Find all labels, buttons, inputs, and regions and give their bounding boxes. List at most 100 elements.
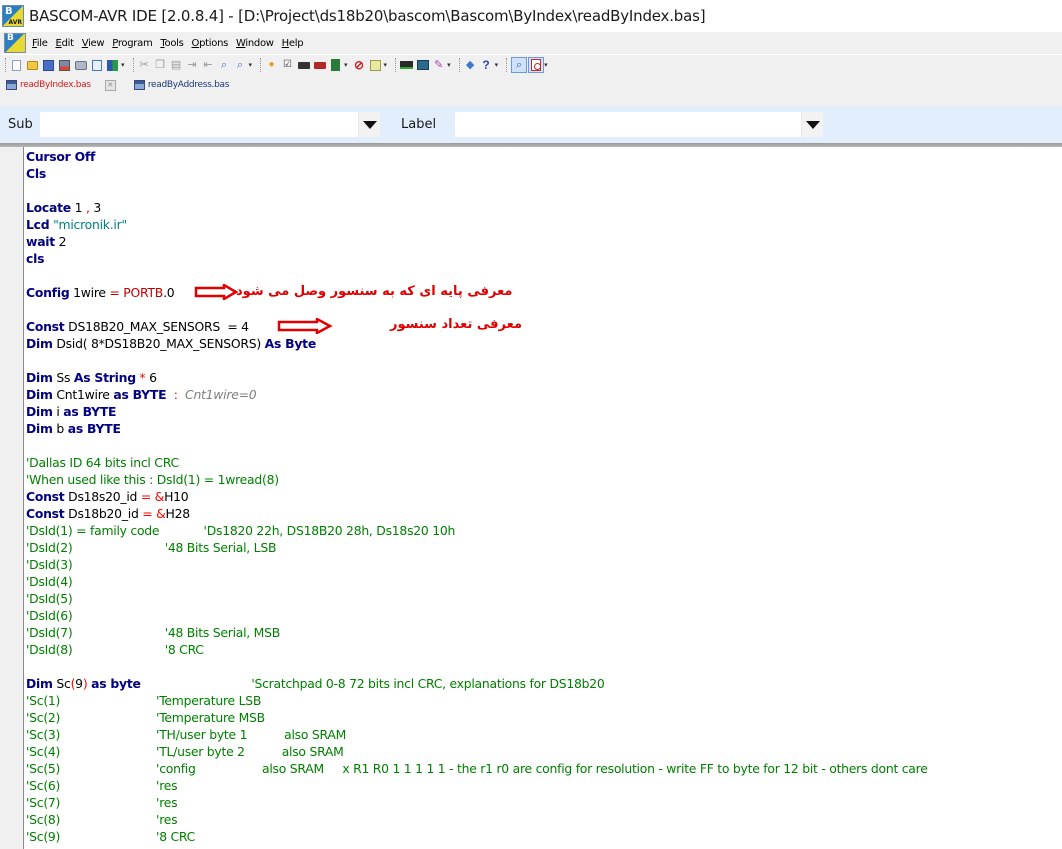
- menu-file[interactable]: File: [32, 38, 48, 49]
- sub-dropdown[interactable]: [40, 112, 380, 137]
- code-line[interactable]: Dim Cnt1wire as BYTE : Cnt1wire=0: [26, 386, 1062, 403]
- copy-icon[interactable]: ❐: [154, 59, 167, 72]
- code-line[interactable]: Dim Ss As String * 6: [26, 369, 1062, 386]
- stop-icon[interactable]: ⊘: [353, 59, 366, 72]
- code-line[interactable]: 'Sc(8) 'res: [26, 811, 1062, 828]
- save-icon[interactable]: [42, 59, 55, 72]
- code-line[interactable]: 'DsId(8) '8 CRC: [26, 641, 1062, 658]
- toolbar-overflow-dropdown[interactable]: ▾: [249, 61, 253, 69]
- code-line[interactable]: 'Sc(6) 'res: [26, 777, 1062, 794]
- code-line[interactable]: 'Sc(3) 'TH/user byte 1 also SRAM: [26, 726, 1062, 743]
- sub-dropdown-button[interactable]: [358, 112, 380, 137]
- print-icon[interactable]: [74, 59, 87, 72]
- code-line[interactable]: Cursor Off: [26, 148, 1062, 165]
- code-line[interactable]: Dim b as BYTE: [26, 420, 1062, 437]
- code-line[interactable]: 'Sc(2) 'Temperature MSB: [26, 709, 1062, 726]
- program-dropdown[interactable]: ▾: [344, 61, 348, 69]
- open-file-icon[interactable]: [26, 59, 39, 72]
- tab-readbyaddress[interactable]: readByAddress.bas: [133, 76, 233, 94]
- code-line[interactable]: 'DsId(4): [26, 573, 1062, 590]
- code-text[interactable]: Cursor Off Cls Locate 1 , 3 Lcd "micronik.i…: [26, 148, 1062, 845]
- code-line[interactable]: 'DsId(2) '48 Bits Serial, LSB: [26, 539, 1062, 556]
- toolbar-overflow-dropdown[interactable]: ▾: [121, 61, 125, 69]
- code-line[interactable]: Locate 1 , 3: [26, 199, 1062, 216]
- code-line[interactable]: Const Ds18s20_id = &H10: [26, 488, 1062, 505]
- unindent-icon[interactable]: ⇤: [202, 59, 215, 72]
- check-icon[interactable]: ☑: [281, 59, 294, 72]
- help-icon[interactable]: ?: [480, 59, 493, 72]
- toolbar-grip[interactable]: [395, 58, 397, 72]
- code-line[interactable]: 'DsId(1) = family code 'Ds1820 22h, DS18…: [26, 522, 1062, 539]
- menu-help[interactable]: Help: [282, 38, 304, 49]
- menu-options[interactable]: Options: [192, 38, 229, 49]
- code-line[interactable]: Cls: [26, 165, 1062, 182]
- code-line[interactable]: Config 1wire = PORTB.0: [26, 284, 1062, 301]
- print-preview-icon[interactable]: [90, 59, 103, 72]
- toolbar-overflow-dropdown[interactable]: ▾: [544, 61, 548, 69]
- info-icon[interactable]: ◆: [464, 59, 477, 72]
- code-line[interactable]: 'Sc(7) 'res: [26, 794, 1062, 811]
- new-file-icon[interactable]: [10, 59, 23, 72]
- code-line[interactable]: [26, 658, 1062, 675]
- code-line[interactable]: 'DsId(5): [26, 590, 1062, 607]
- tab-readbyindex[interactable]: readByIndex.bas ✕: [4, 76, 121, 94]
- code-line[interactable]: Lcd "micronik.ir": [26, 216, 1062, 233]
- code-line[interactable]: [26, 437, 1062, 454]
- editor-gutter[interactable]: [0, 147, 24, 849]
- find-next-icon[interactable]: ⌕: [234, 59, 247, 72]
- label-dropdown[interactable]: [455, 112, 823, 137]
- menu-view[interactable]: View: [82, 38, 105, 49]
- code-line[interactable]: 'DsId(3): [26, 556, 1062, 573]
- toolbar-overflow-dropdown[interactable]: ▾: [384, 61, 388, 69]
- code-line[interactable]: [26, 267, 1062, 284]
- book-icon[interactable]: [106, 59, 119, 72]
- compile-chip-icon[interactable]: [313, 59, 326, 72]
- toolbar-grip[interactable]: [260, 58, 262, 72]
- bascom-avr-icon[interactable]: B AVR: [2, 5, 24, 27]
- code-line[interactable]: Dim i as BYTE: [26, 403, 1062, 420]
- menu-tools[interactable]: Tools: [160, 38, 183, 49]
- code-line[interactable]: 'Sc(1) 'Temperature LSB: [26, 692, 1062, 709]
- menu-edit[interactable]: Edit: [56, 38, 74, 49]
- indent-icon[interactable]: ⇥: [186, 59, 199, 72]
- pdf-icon[interactable]: [528, 57, 545, 73]
- code-line[interactable]: 'DsId(7) '48 Bits Serial, MSB: [26, 624, 1062, 641]
- compile-icon[interactable]: [297, 59, 310, 72]
- find-icon[interactable]: ⌕: [218, 59, 231, 72]
- code-line[interactable]: wait 2: [26, 233, 1062, 250]
- simulator-icon[interactable]: ✎: [432, 59, 445, 72]
- code-line[interactable]: 'Sc(4) 'TL/user byte 2 also SRAM: [26, 743, 1062, 760]
- code-line[interactable]: [26, 301, 1062, 318]
- code-line[interactable]: [26, 182, 1062, 199]
- code-line[interactable]: 'Dallas ID 64 bits incl CRC: [26, 454, 1062, 471]
- label-dropdown-button[interactable]: [801, 112, 823, 137]
- code-line[interactable]: [26, 352, 1062, 369]
- toolbar-grip[interactable]: [458, 58, 461, 72]
- toolbar-grip[interactable]: [5, 58, 7, 72]
- code-line[interactable]: Dim Dsid( 8*DS18B20_MAX_SENSORS) As Byte: [26, 335, 1062, 352]
- toolbar-overflow-dropdown[interactable]: ▾: [495, 61, 499, 69]
- cut-icon[interactable]: ✂: [138, 59, 151, 72]
- code-editor[interactable]: Cursor Off Cls Locate 1 , 3 Lcd "micronik.i…: [0, 147, 1062, 849]
- lcd-designer-icon[interactable]: [416, 59, 429, 72]
- code-line[interactable]: cls: [26, 250, 1062, 267]
- program-chip-icon[interactable]: [329, 59, 342, 72]
- results-icon[interactable]: [369, 59, 382, 72]
- toolbar-grip[interactable]: [506, 58, 508, 72]
- syntax-check-icon[interactable]: ●: [265, 59, 278, 72]
- code-line[interactable]: 'DsId(6): [26, 607, 1062, 624]
- code-line[interactable]: 'Sc(9) '8 CRC: [26, 828, 1062, 845]
- code-line[interactable]: 'When used like this : DsId(1) = 1wread(…: [26, 471, 1062, 488]
- paste-icon[interactable]: ▤: [170, 59, 183, 72]
- code-line[interactable]: 'Sc(5) 'config also SRAM x R1 R0 1 1 1 1…: [26, 760, 1062, 777]
- code-line[interactable]: Const Ds18b20_id = &H28: [26, 505, 1062, 522]
- toolbar-grip[interactable]: [132, 58, 135, 72]
- zoom-icon[interactable]: ⌕: [511, 57, 528, 73]
- code-line[interactable]: Dim Sc(9) as byte 'Scratchpad 0-8 72 bit…: [26, 675, 1062, 692]
- toolbar-overflow-dropdown[interactable]: ▾: [447, 61, 451, 69]
- document-system-menu-icon[interactable]: B: [4, 33, 26, 53]
- code-line[interactable]: Const DS18B20_MAX_SENSORS = 4: [26, 318, 1062, 335]
- menu-window[interactable]: Window: [236, 38, 274, 49]
- close-tab-icon[interactable]: ✕: [104, 79, 116, 91]
- programmer-icon[interactable]: [400, 59, 414, 72]
